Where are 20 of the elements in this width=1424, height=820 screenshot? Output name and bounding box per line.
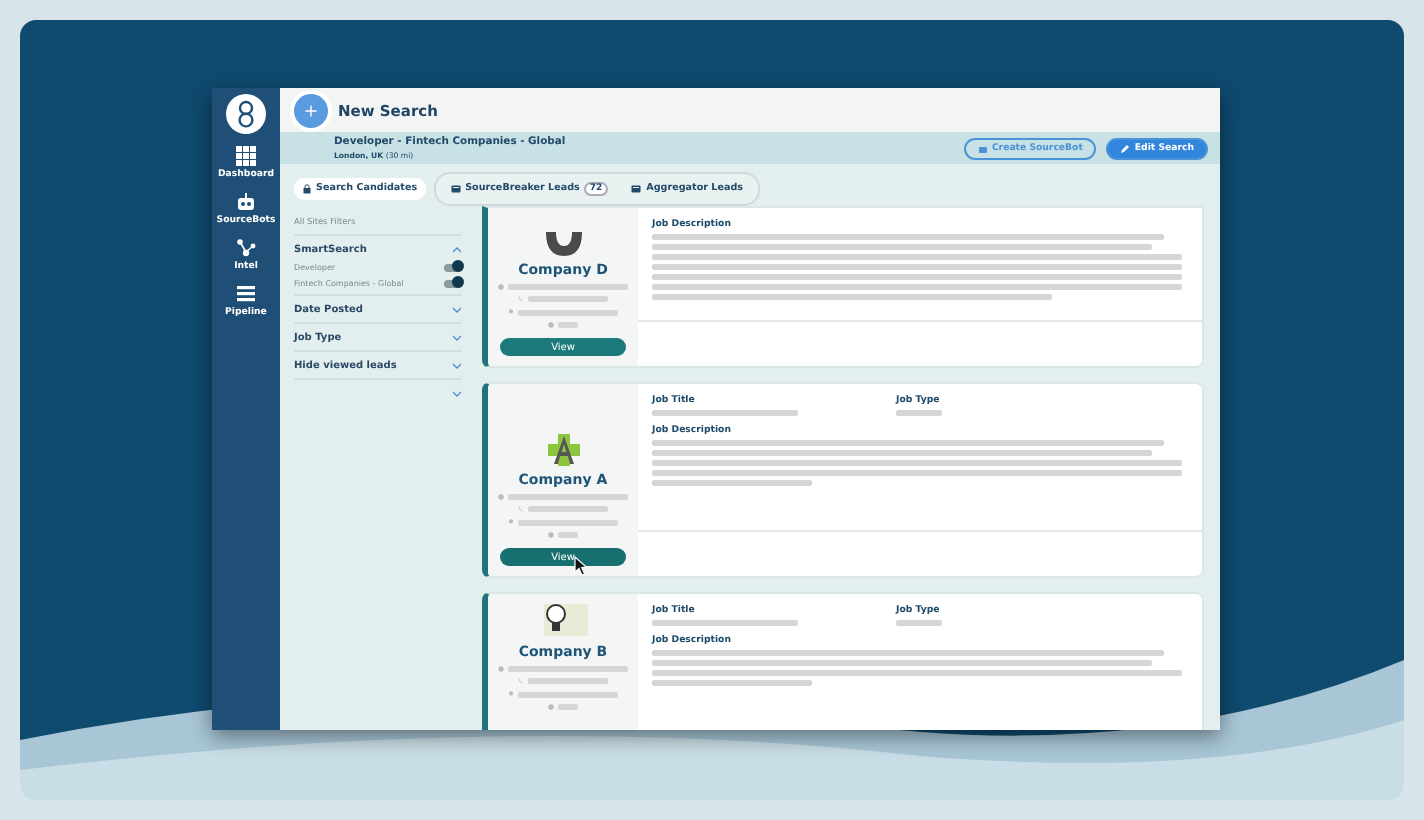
app-logo-icon: [226, 94, 266, 134]
network-icon: [236, 238, 256, 258]
chevron-down-icon: [452, 361, 462, 369]
chevron-up-icon: [452, 245, 462, 253]
database-icon: [630, 184, 643, 194]
grid-icon: [235, 146, 256, 166]
chevron-down-icon: [452, 389, 462, 397]
add-button[interactable]: [294, 93, 328, 127]
chevron-down-icon: [452, 305, 462, 313]
lock-icon: [302, 184, 312, 194]
toggle-switch[interactable]: [444, 279, 462, 287]
database-icon: [449, 184, 462, 194]
logo-cross-icon: [547, 434, 579, 466]
text-placeholder-bar: [896, 410, 942, 416]
chevron-down-icon: [452, 333, 462, 341]
text-placeholder-bar: [896, 620, 942, 626]
plus-icon: [304, 103, 318, 117]
toggle-switch[interactable]: [444, 263, 462, 271]
pencil-icon: [1120, 143, 1131, 153]
list-icon: [235, 284, 256, 304]
